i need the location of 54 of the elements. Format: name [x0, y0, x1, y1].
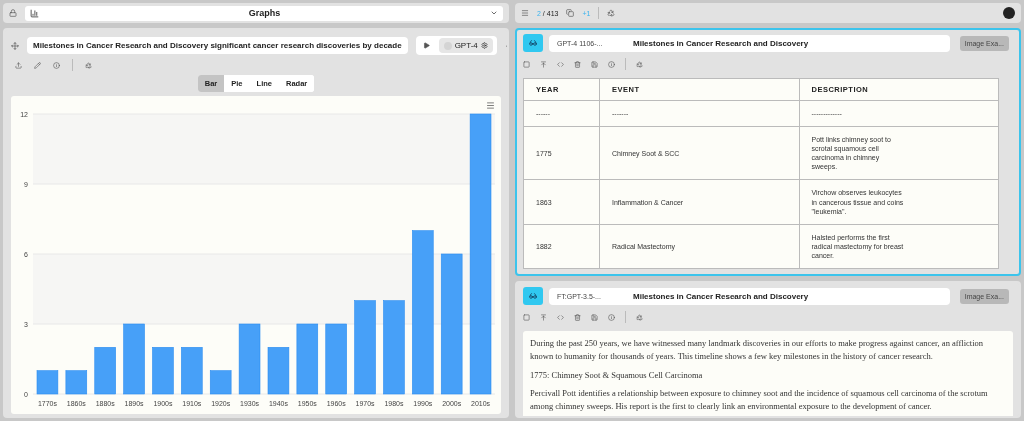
save-icon[interactable] [591, 313, 598, 321]
chart-bar [296, 323, 319, 395]
chart-bar [94, 347, 116, 395]
chart-bar [65, 370, 88, 395]
copy-icon[interactable] [566, 9, 575, 17]
square-icon[interactable] [523, 313, 530, 321]
align-top-icon[interactable] [540, 60, 547, 68]
trash-icon[interactable] [574, 60, 581, 68]
lock-icon[interactable] [9, 9, 17, 17]
avatar-icon[interactable] [1003, 7, 1015, 19]
response-paragraph: 1775: Chimney Soot & Squamous Cell Carcinoma [530, 368, 704, 382]
graph-title-field[interactable]: Milestones in Cancer Research and Discovery significant cancer research discoveries by decade [27, 37, 408, 54]
gear-icon[interactable] [480, 42, 488, 49]
trash-icon[interactable] [574, 313, 581, 321]
recycle-icon[interactable] [636, 60, 643, 68]
recycle-icon[interactable] [636, 313, 643, 321]
chart-bar [267, 347, 290, 395]
chart-bar [36, 370, 59, 395]
caret-icon [490, 9, 498, 17]
model-name: GPT-4 [454, 41, 478, 50]
model-pill[interactable]: GPT-4 [438, 38, 493, 53]
glasses-icon [529, 38, 537, 48]
glasses-toggle[interactable] [523, 34, 543, 52]
chart-bar [181, 347, 203, 395]
upload-icon[interactable] [15, 61, 22, 69]
pencil-icon[interactable] [34, 61, 41, 69]
view-select[interactable]: Graphs [25, 5, 503, 21]
chart-icon [30, 8, 39, 18]
info-icon[interactable] [53, 61, 60, 69]
info-icon[interactable] [608, 313, 615, 321]
chart-bar [238, 323, 261, 395]
menu-icon[interactable] [521, 9, 529, 17]
chart-bar [325, 323, 347, 395]
save-icon[interactable] [591, 60, 598, 68]
glasses-icon [529, 291, 537, 301]
code-icon[interactable] [557, 313, 564, 321]
square-icon[interactable] [523, 60, 530, 68]
code-icon[interactable] [557, 60, 564, 68]
move-icon[interactable] [11, 41, 19, 50]
glasses-toggle[interactable] [523, 287, 543, 305]
response-panel[interactable] [515, 28, 1021, 276]
chart-bar [209, 370, 232, 395]
response-title: Milestones in Cancer Research and Discovery [633, 38, 809, 48]
align-top-icon[interactable] [540, 313, 547, 321]
response-paragraph: During the past 250 years, we have witnessed many landmark discoveries in our efforts to make progress against cancer, an affliction known to humanity for thousands of years. This timeline shows a few key milestones in the history of cancer research. [530, 337, 984, 363]
recycle-icon[interactable] [85, 61, 92, 69]
info-icon[interactable] [608, 60, 615, 68]
response-title: Milestones in Cancer Research and Discovery [633, 291, 809, 301]
recycle-icon[interactable] [607, 9, 616, 17]
menu-icon[interactable] [486, 101, 495, 110]
response-paragraph: Percivall Pott identifies a relationship between exposure to chimney soot and the incidence of squamous cell carcinoma of the scrotum among chimney sweeps. His report is the first to clearly link an environmental exposure to the development of cancer. [530, 387, 989, 413]
chart-bar [152, 347, 174, 395]
play-icon[interactable] [422, 42, 430, 49]
chart-bar [123, 323, 145, 395]
